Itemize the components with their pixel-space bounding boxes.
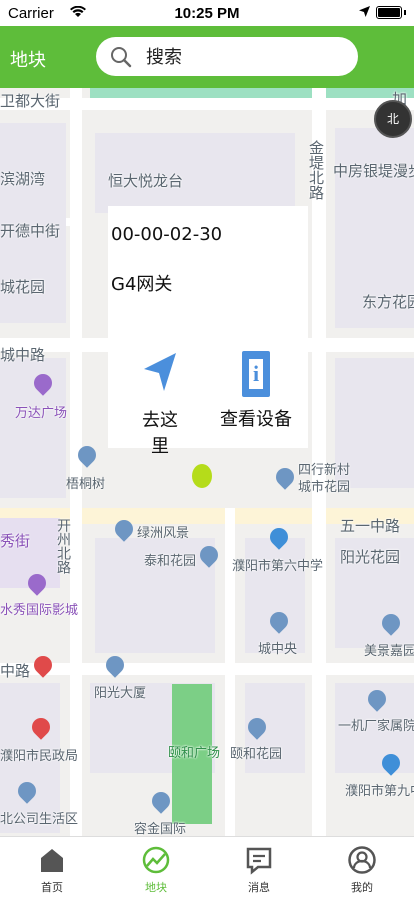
location-arrow-icon <box>359 4 370 21</box>
map-label: 泰和花园 <box>144 554 197 569</box>
tab-messages[interactable]: 消息 <box>207 837 311 897</box>
map-label: 颐和广场 <box>168 746 221 761</box>
view-device-label: 查看设备 <box>220 409 292 430</box>
map-label: 秀街 <box>0 532 31 550</box>
navigation-arrow-icon <box>134 351 186 398</box>
search-input[interactable] <box>144 43 348 71</box>
map-label: 滨湖湾 <box>0 170 46 188</box>
map-label: 东方花园 <box>362 293 414 311</box>
compass-button[interactable]: 北 <box>374 100 412 138</box>
map-label: 万达广场 <box>15 406 68 421</box>
map-label: 恒大悦龙台 <box>108 172 184 190</box>
page-title: 地块 <box>10 50 46 71</box>
search-icon <box>111 47 132 68</box>
map-label: 五一中路 <box>340 517 401 535</box>
map-label: 中路 <box>0 662 31 680</box>
map-label: 开德中街 <box>0 222 61 240</box>
device-location-marker[interactable] <box>192 464 212 488</box>
tab-profile[interactable]: 我的 <box>310 837 414 897</box>
navigate-label: 去这里 <box>142 410 178 457</box>
tab-plots[interactable]: 地块 <box>104 837 208 897</box>
battery-icon <box>376 6 402 19</box>
map-label: 水秀国际影城 <box>0 603 79 618</box>
map-label: 城中央 <box>258 642 298 657</box>
map-view[interactable]: 卫都大街 加 滨湖湾 恒大悦龙台 金堤北路 中房银堤漫步 开德中街 城花园 东方… <box>0 88 414 836</box>
navigate-button[interactable]: 去这里 <box>134 351 186 458</box>
map-label: 卫都大街 <box>0 92 61 110</box>
map-label: 颐和花园 <box>230 747 283 762</box>
map-label: 绿洲风景 <box>137 526 190 541</box>
map-label: 阳光花园 <box>340 548 401 566</box>
map-label: 北公司生活区 <box>0 812 79 827</box>
poi-pin-icon[interactable] <box>272 464 298 490</box>
map-label: 濮阳市第九中 <box>345 784 414 799</box>
device-id: 00-00-02-30 <box>111 224 223 245</box>
device-info-icon: i <box>242 351 270 397</box>
status-bar: Carrier 10:25 PM <box>0 0 414 26</box>
map-label: 濮阳市第六中学 <box>232 559 324 574</box>
map-label: 梧桐树 <box>66 477 106 492</box>
map-label: 容金国际 <box>134 822 187 836</box>
device-name: G4网关 <box>111 274 173 295</box>
compass-north-label: 北 <box>386 112 399 126</box>
map-label: 开州北路 <box>55 518 71 574</box>
map-label: 美景嘉园 <box>364 644 414 659</box>
tab-bar: 首页 地块 消息 我的 <box>0 836 414 897</box>
map-label: 城花园 <box>0 278 46 296</box>
device-info-popup: 00-00-02-30 G4网关 去这里 i 查看设备 <box>108 206 308 457</box>
search-bar[interactable] <box>96 37 358 76</box>
map-label: 濮阳市民政局 <box>0 749 79 764</box>
home-icon <box>41 849 63 872</box>
map-label: 城中路 <box>0 346 46 364</box>
tab-home[interactable]: 首页 <box>0 837 104 897</box>
message-icon <box>246 847 272 875</box>
plots-map-icon <box>142 846 170 874</box>
poi-pin-icon[interactable] <box>148 788 174 814</box>
profile-icon <box>348 846 376 874</box>
map-label: 一机厂家属院 <box>338 719 414 734</box>
app-header: 地块 <box>0 26 414 88</box>
clock: 10:25 PM <box>174 5 240 22</box>
map-label: 中房银堤漫步 <box>333 162 414 180</box>
map-label: 阳光大厦 <box>94 686 147 701</box>
map-label: 金堤北路 <box>307 140 325 200</box>
map-label: 四行新村 城市花园 <box>298 463 351 495</box>
view-device-button[interactable]: i 查看设备 <box>216 351 296 431</box>
